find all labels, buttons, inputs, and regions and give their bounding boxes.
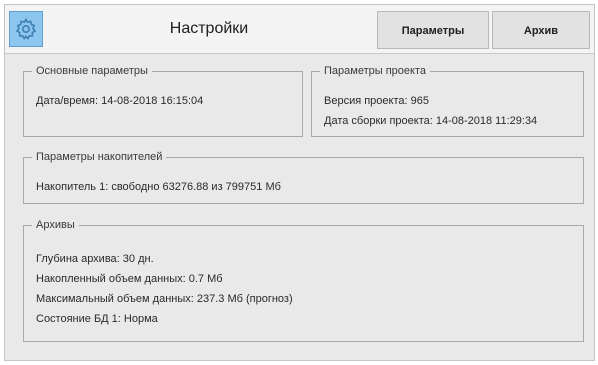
page-title: Настройки [169,20,249,37]
archive-depth: Глубина архива: 30 дн. [36,253,154,265]
header-bar: Настройки Параметры Архив [5,5,594,54]
settings-button[interactable] [9,11,43,47]
tab-archive[interactable]: Архив [492,11,590,49]
drive-1-status: Накопитель 1: свободно 63276.88 из 79975… [36,181,281,193]
project-parameters-legend: Параметры проекта [324,65,426,77]
project-version: Версия проекта: 965 [324,95,429,107]
gear-icon [15,17,37,41]
archive-accumulated: Накопленный объем данных: 0.7 Мб [36,273,223,285]
settings-window: Настройки Параметры Архив Основные парам… [4,4,595,361]
project-parameters-group: Параметры проекта Версия проекта: 965 Да… [311,65,584,137]
archives-legend: Архивы [36,219,75,231]
tab-parameters[interactable]: Параметры [377,11,489,49]
storage-parameters-legend: Параметры накопителей [36,151,163,163]
archive-max-volume: Максимальный объем данных: 237.3 Мб (про… [36,293,293,305]
project-build-date: Дата сборки проекта: 14-08-2018 11:29:34 [324,115,538,127]
archives-group: Архивы Глубина архива: 30 дн. Накопленны… [23,219,584,342]
basic-parameters-legend: Основные параметры [36,65,148,77]
datetime-value: Дата/время: 14-08-2018 16:15:04 [36,95,204,107]
db-state: Состояние БД 1: Норма [36,313,158,325]
basic-parameters-group: Основные параметры Дата/время: 14-08-201… [23,65,303,137]
storage-parameters-group: Параметры накопителей Накопитель 1: своб… [23,151,584,204]
